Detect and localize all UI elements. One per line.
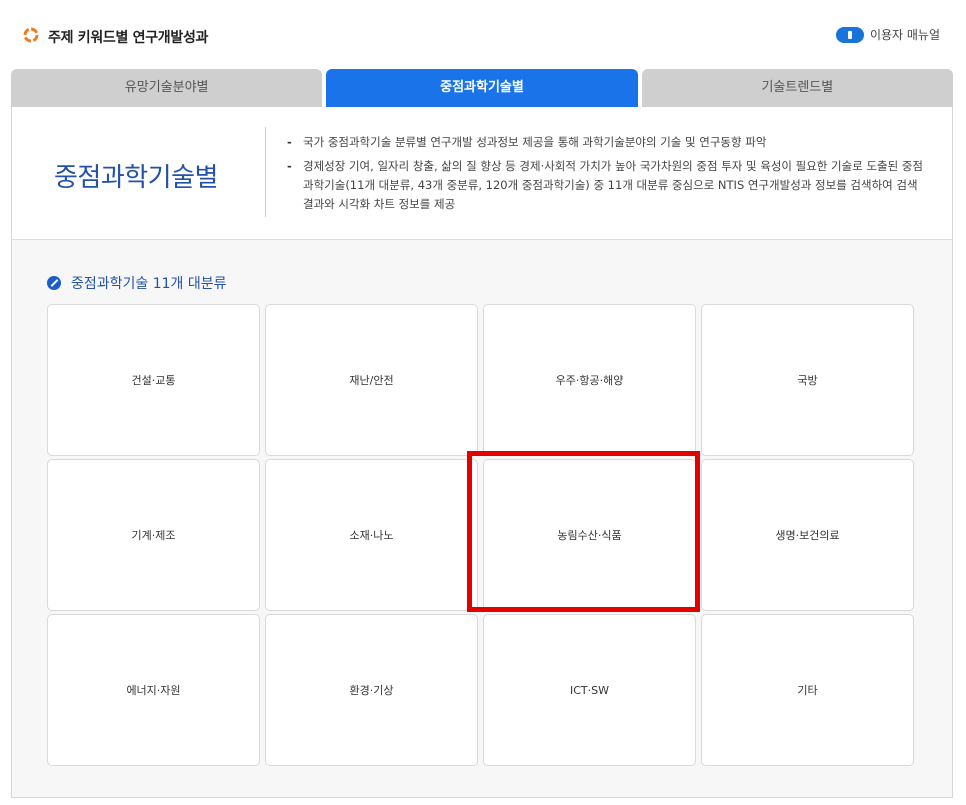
- intro-title: 중점과학기술별: [54, 163, 218, 193]
- tab-bar: 유망기술분야별 중점과학기술별 기술트렌드별: [11, 69, 953, 107]
- tab-key-science-tech[interactable]: 중점과학기술별: [326, 69, 638, 107]
- user-manual-button[interactable]: 이용자 매뉴얼: [835, 26, 940, 43]
- section-header: 중점과학기술 11개 대분류: [47, 273, 227, 293]
- content-panel: 중점과학기술별 - 국가 중점과학기술 분류별 연구개발 성과정보 제공을 통해 …: [11, 107, 953, 798]
- category-card[interactable]: 우주·항공·해양: [483, 304, 696, 456]
- category-card[interactable]: 환경·기상: [265, 614, 478, 766]
- category-card[interactable]: 생명·보건의료: [701, 459, 914, 611]
- logo-icon: [23, 27, 39, 43]
- tab-promising-tech[interactable]: 유망기술분야별: [11, 69, 323, 107]
- intro-item: - 국가 중점과학기술 분류별 연구개발 성과정보 제공을 통해 과학기술분야의 …: [287, 135, 767, 149]
- category-section: 중점과학기술 11개 대분류 건설·교통 재난/안전 우주·항공·해양 국방 기…: [12, 240, 952, 797]
- section-title: 중점과학기술 11개 대분류: [71, 276, 227, 292]
- category-card[interactable]: 건설·교통: [47, 304, 260, 456]
- category-card[interactable]: 재난/안전: [265, 304, 478, 456]
- category-card[interactable]: 기타: [701, 614, 914, 766]
- intro-box: 중점과학기술별 - 국가 중점과학기술 분류별 연구개발 성과정보 제공을 통해 …: [12, 107, 952, 240]
- intro-item: - 경제성장 기여, 일자리 창출, 삶의 질 향상 등 경제·사회적 가치가 높…: [287, 159, 923, 211]
- manual-label: 이용자 매뉴얼: [869, 28, 940, 42]
- manual-toggle-icon: [835, 26, 864, 43]
- category-card[interactable]: 국방: [701, 304, 914, 456]
- category-card[interactable]: 기계·제조: [47, 459, 260, 611]
- intro-divider: [265, 127, 266, 217]
- category-grid: 건설·교통 재난/안전 우주·항공·해양 국방 기계·제조 소재·나노 농림수산…: [47, 304, 917, 766]
- category-card[interactable]: 에너지·자원: [47, 614, 260, 766]
- tab-tech-trend[interactable]: 기술트렌드별: [641, 69, 953, 107]
- intro-list: - 국가 중점과학기술 분류별 연구개발 성과정보 제공을 통해 과학기술분야의 …: [287, 133, 927, 219]
- category-card[interactable]: 농림수산·식품: [483, 459, 696, 611]
- category-card[interactable]: 소재·나노: [265, 459, 478, 611]
- top-bar: 주제 키워드별 연구개발성과 이용자 매뉴얼: [0, 0, 966, 70]
- leaf-bullet-icon: [47, 276, 61, 290]
- category-card[interactable]: ICT·SW: [483, 614, 696, 766]
- page-title: 주제 키워드별 연구개발성과: [48, 30, 209, 46]
